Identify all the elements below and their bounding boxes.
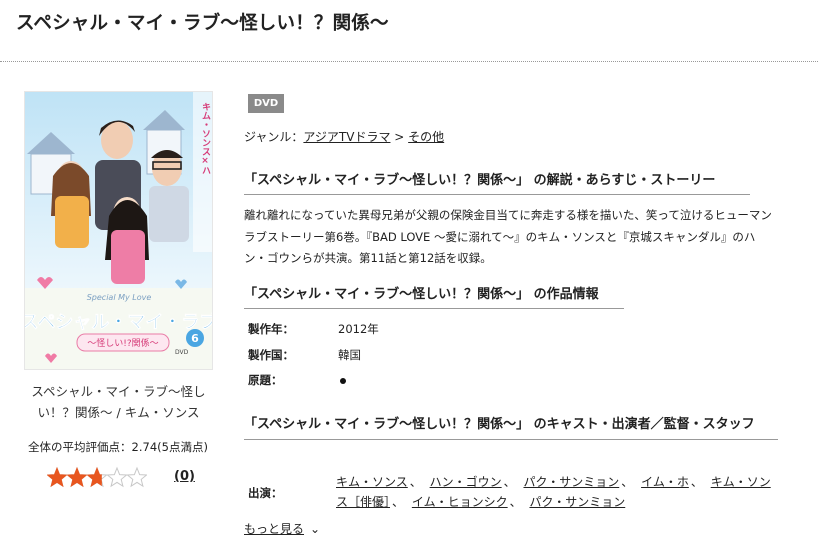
star-icon (127, 466, 147, 488)
star-icon (67, 466, 87, 488)
average-rating-text: 全体の平均評価点：2.74(5点満点) (28, 440, 208, 454)
star-icon (107, 466, 127, 488)
product-caption-line: い！？関係〜 / キム・ソンス (37, 405, 200, 420)
cast-link[interactable]: イム・ホ (641, 475, 689, 489)
cover-logo-title: スペシャル・マイ・ラブ (25, 311, 213, 333)
product-caption: スペシャル・マイ・ラブ〜怪し い！？関係〜 / キム・ソンス (24, 381, 213, 423)
cast-separator: 、 (409, 475, 422, 489)
product-caption-line: スペシャル・マイ・ラブ〜怪し (31, 384, 206, 399)
cover-sub-logo: Special My Love (87, 293, 152, 302)
genre-link-other[interactable]: その他 (408, 130, 444, 144)
bullet-icon (340, 377, 346, 384)
cast-section-heading: 「スペシャル・マイ・ラブ〜怪しい！？関係〜」 のキャスト・出演者／監督・スタッフ (244, 414, 778, 440)
star-icon (87, 466, 107, 488)
info-value: 韓国 (338, 348, 361, 362)
genre-breadcrumb: ジャンル：アジアTVドラマ > その他 (244, 128, 444, 145)
page-title: スペシャル・マイ・ラブ〜怪しい！？関係〜 (16, 13, 389, 34)
page-header: スペシャル・マイ・ラブ〜怪しい！？関係〜 (0, 0, 818, 62)
dvd-cover-image[interactable]: キム・ソンス×ハ Special My Love スペシャル・マイ・ラブ 〜怪し… (24, 91, 213, 370)
cast-separator: 、 (621, 475, 634, 489)
star-icon (47, 466, 67, 488)
info-value: 2012年 (338, 322, 379, 336)
work-info-heading: 「スペシャル・マイ・ラブ〜怪しい！？関係〜」 の作品情報 (244, 283, 624, 309)
cast-link[interactable]: パク・サンミョン (529, 495, 625, 509)
info-label: 製作国： (248, 348, 294, 362)
info-row-production-year: 製作年： 2012年 (248, 321, 379, 337)
story-section-heading: 「スペシャル・マイ・ラブ〜怪しい！？関係〜」 の解説・あらすじ・ストーリー (244, 169, 750, 195)
genre-separator: > (390, 130, 409, 144)
cast-link[interactable]: パク・サンミョン (523, 475, 619, 489)
info-label: 製作年： (248, 322, 294, 336)
cast-separator: 、 (509, 495, 522, 509)
cover-volume-number: 6 (191, 332, 199, 345)
show-more-label: もっと見る (244, 522, 305, 536)
genre-link-asian-tv-drama[interactable]: アジアTVドラマ (303, 130, 390, 144)
cover-dvd-mark: DVD (175, 349, 189, 356)
info-row-production-country: 製作国： 韓国 (248, 347, 361, 363)
cover-logo-subtitle: 〜怪しい!?関係〜 (87, 337, 158, 349)
cast-label: 出演： (248, 486, 283, 500)
cast-separator: 、 (690, 475, 703, 489)
genre-label: ジャンル： (244, 130, 304, 144)
info-row-original-title: 原題： (248, 372, 346, 388)
media-type-badge: DVD (248, 94, 284, 113)
cast-link[interactable]: キム・ソンス (336, 475, 408, 489)
cover-artwork: キム・ソンス×ハ Special My Love スペシャル・マイ・ラブ 〜怪し… (25, 92, 213, 369)
info-label: 原題： (248, 373, 283, 387)
cast-link[interactable]: ハン・ゴウン (430, 475, 502, 489)
cover-side-text: キム・ソンス×ハ (200, 102, 211, 175)
cast-separator: 、 (503, 475, 516, 489)
cast-list: キム・ソンス、 ハン・ゴウン、 パク・サンミョン、 イム・ホ、 キム・ソンス［俳… (336, 472, 780, 512)
cast-link[interactable]: イム・ヒョンシク (412, 495, 508, 509)
show-more-link[interactable]: もっと見る ⌄ (244, 520, 320, 537)
rating-stars (47, 466, 147, 490)
story-text: 離れ離れになっていた異母兄弟が父親の保険金目当てに奔走する様を描いた、笑って泣け… (244, 208, 772, 265)
cast-separator: 、 (392, 495, 405, 509)
chevron-down-icon: ⌄ (310, 522, 321, 536)
review-count-link[interactable]: (0) (174, 469, 195, 484)
